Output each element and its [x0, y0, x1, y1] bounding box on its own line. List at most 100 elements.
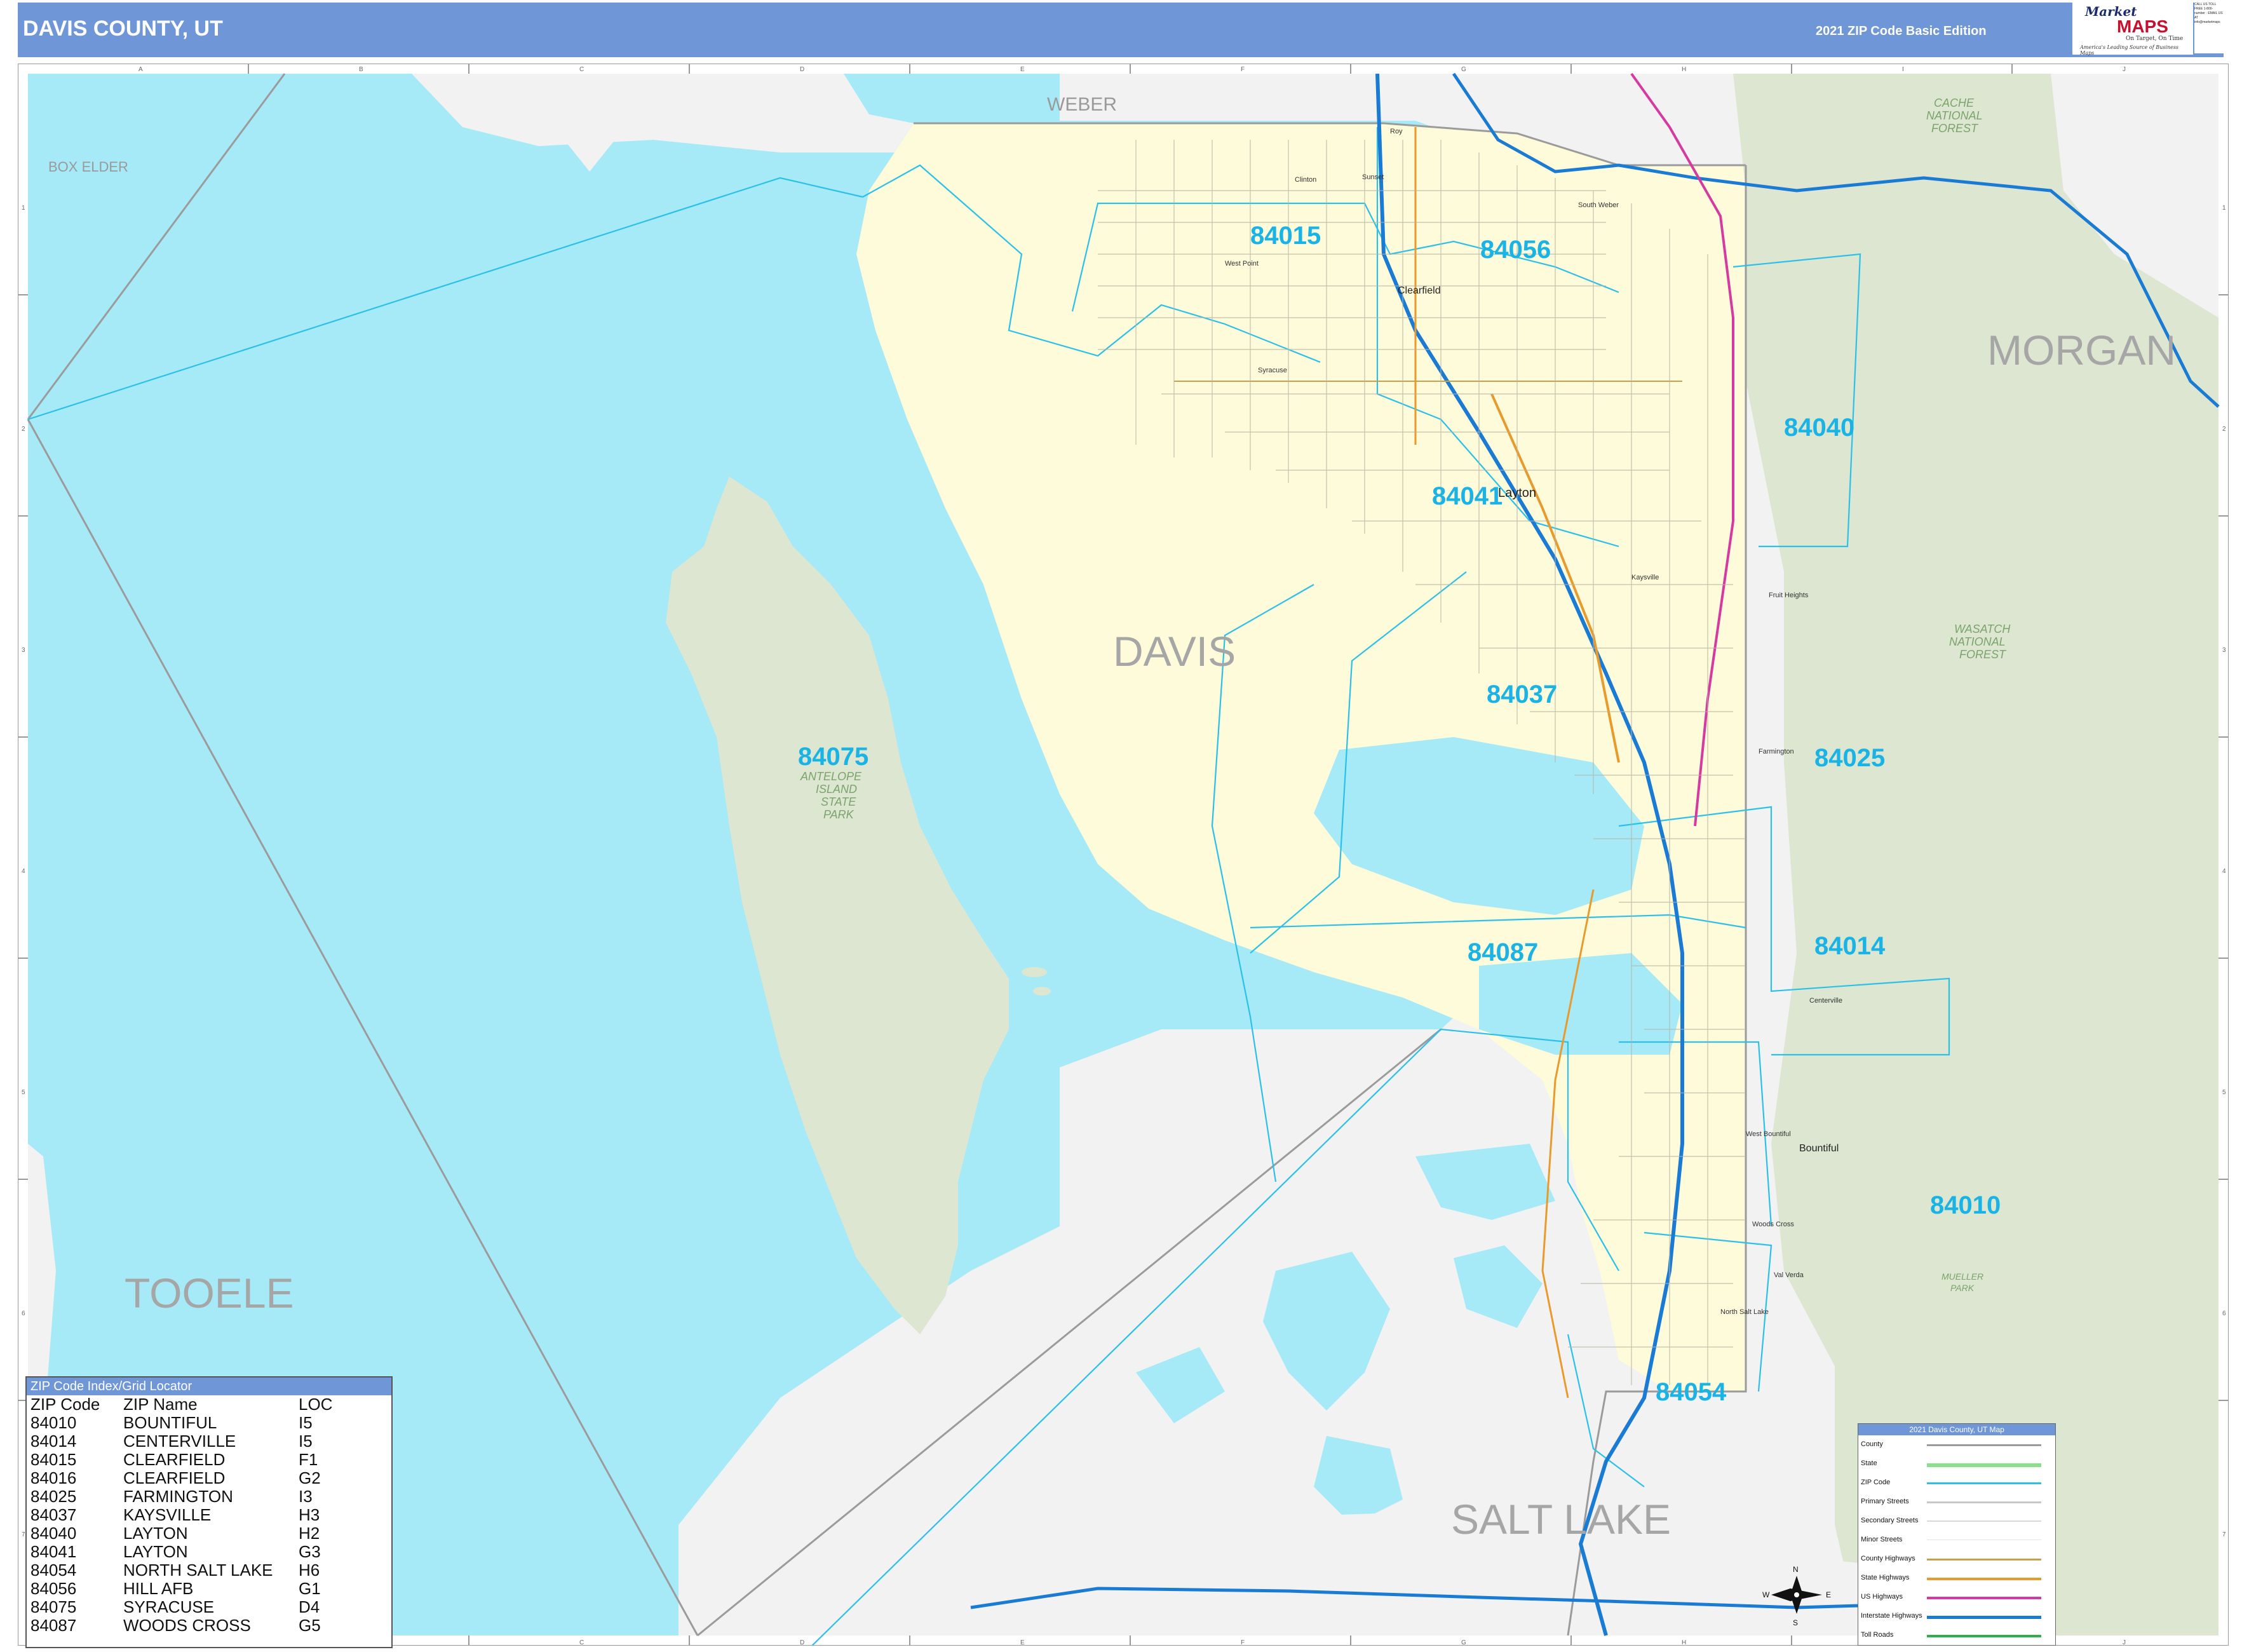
legend-item-label: State	[1861, 1459, 1877, 1467]
zip-loc-cell: H2	[299, 1524, 320, 1543]
zip-index-row: 84087 WOODS CROSS G5	[30, 1616, 362, 1635]
legend-item-label: ZIP Code	[1861, 1479, 1891, 1486]
zip-index-table: ZIP Code Index/Grid Locator ZIP Code ZIP…	[25, 1376, 393, 1648]
zip-loc-cell: G2	[299, 1468, 321, 1487]
zip-code-cell: 84025	[30, 1487, 77, 1506]
zip-code-cell: 84010	[30, 1413, 77, 1432]
legend-item-label: Interstate Highways	[1861, 1612, 1922, 1620]
zip-index-row: 84014 CENTERVILLE I5	[30, 1432, 362, 1451]
zip-label-84015: 84015	[1250, 222, 1321, 250]
city-label-clearfield: Clearfield	[1398, 285, 1441, 296]
zip-name-cell: CLEARFIELD	[123, 1468, 226, 1487]
grid-row-label: 6	[2222, 1310, 2226, 1317]
zip-index-row: 84016 CLEARFIELD G2	[30, 1469, 362, 1487]
county-label-weber: WEBER	[1047, 94, 1117, 115]
svg-text:FOREST: FOREST	[1959, 648, 2007, 661]
zip-index-row: 84041 LAYTON G3	[30, 1543, 362, 1561]
grid-row-label: 4	[2222, 868, 2226, 875]
zip-name-cell: SYRACUSE	[123, 1597, 215, 1616]
zip-index-grid: ZIP Code ZIP Name LOC 84010 BOUNTIFUL I5 84…	[30, 1395, 362, 1635]
city-label-west-point: West Point	[1225, 260, 1259, 267]
market-maps-logo: Market MAPS On Target, On Time America's…	[2072, 1, 2193, 56]
city-label-syracuse: Syracuse	[1258, 367, 1287, 374]
compass-e: E	[1826, 1590, 1831, 1599]
county-label-box-elder: BOX ELDER	[48, 159, 128, 175]
svg-text:STATE: STATE	[821, 796, 856, 808]
grid-column-label: J	[2123, 1639, 2126, 1646]
city-label-kaysville: Kaysville	[1631, 574, 1659, 581]
grid-row-label: 7	[2222, 1531, 2226, 1538]
svg-text:ANTELOPE: ANTELOPE	[800, 770, 862, 783]
city-label-woods-cross: Woods Cross	[1752, 1221, 1794, 1228]
county-label-davis: DAVIS	[1113, 628, 1236, 675]
grid-column-label: D	[800, 66, 804, 73]
city-label-fruit-heights: Fruit Heights	[1769, 592, 1809, 599]
grid-row-label: 4	[22, 868, 25, 875]
zip-code-cell: 84056	[30, 1579, 77, 1598]
legend-item-label: Primary Streets	[1861, 1498, 1909, 1505]
zip-code-cell: 84087	[30, 1616, 77, 1635]
city-label-clinton: Clinton	[1295, 176, 1316, 184]
city-label-sunset: Sunset	[1362, 173, 1384, 181]
map-title: DAVIS COUNTY, UT	[23, 17, 223, 41]
zip-loc-cell: G3	[299, 1542, 321, 1561]
zip-index-header-row: ZIP Code ZIP Name LOC	[30, 1395, 362, 1414]
zip-loc-cell: H6	[299, 1561, 320, 1580]
zip-loc-cell: D4	[299, 1597, 320, 1616]
legend-item-label: US Highways	[1861, 1593, 1903, 1601]
svg-text:NATIONAL: NATIONAL	[1926, 109, 1983, 122]
zip-name-cell: WOODS CROSS	[123, 1616, 251, 1635]
zip-label-84056: 84056	[1480, 236, 1551, 264]
legend-line-swatch	[1927, 1444, 2041, 1446]
zip-label-84010: 84010	[1930, 1191, 2001, 1219]
zip-loc-cell: I5	[299, 1432, 313, 1451]
legend-line-swatch	[1927, 1597, 2041, 1599]
compass-n: N	[1793, 1565, 1799, 1574]
zip-label-84040: 84040	[1784, 414, 1854, 442]
contact-info: CALL US TOLL FREE 1-800-number · EMAIL U…	[2194, 3, 2224, 53]
grid-row-label: 2	[2222, 426, 2226, 433]
grid-row-label: 5	[2222, 1089, 2226, 1096]
zip-loc-cell: H3	[299, 1505, 320, 1524]
legend-line-swatch	[1927, 1578, 2041, 1580]
city-label-farmington: Farmington	[1759, 748, 1794, 755]
zip-code-cell: 84014	[30, 1432, 77, 1451]
legend-line-swatch	[1927, 1559, 2041, 1561]
zip-index-col-code: ZIP Code	[30, 1395, 100, 1414]
zip-index-col-loc: LOC	[299, 1395, 333, 1414]
zip-index-row: 84054 NORTH SALT LAKE H6	[30, 1561, 362, 1580]
legend-line-swatch	[1927, 1635, 2041, 1637]
zip-label-84054: 84054	[1656, 1378, 1727, 1406]
grid-column-label: D	[800, 1639, 804, 1646]
zip-index-row: 84056 HILL AFB G1	[30, 1580, 362, 1598]
county-label-salt-lake: SALT LAKE	[1451, 1496, 1671, 1543]
zip-index-row: 84040 LAYTON H2	[30, 1524, 362, 1543]
grid-column-label: F	[1241, 66, 1245, 73]
logo-slogan: America's Leading Source of Business Map…	[2080, 44, 2179, 56]
zip-name-cell: NORTH SALT LAKE	[123, 1561, 273, 1580]
grid-column-label: E	[1020, 66, 1025, 73]
zip-label-84087: 84087	[1468, 938, 1538, 966]
grid-row-label: 3	[2222, 647, 2226, 654]
zip-index-row: 84015 CLEARFIELD F1	[30, 1451, 362, 1469]
svg-text:FOREST: FOREST	[1931, 122, 1979, 135]
zip-name-cell: FARMINGTON	[123, 1487, 233, 1506]
svg-text:ISLAND: ISLAND	[816, 783, 857, 796]
zip-code-cell: 84037	[30, 1505, 77, 1524]
zip-index-row: 84025 FARMINGTON I3	[30, 1487, 362, 1506]
islet	[1022, 967, 1047, 977]
city-label-west-bountiful: West Bountiful	[1746, 1130, 1791, 1138]
zip-label-84041: 84041	[1432, 482, 1503, 510]
grid-row-label: 5	[22, 1089, 25, 1096]
zip-name-cell: KAYSVILLE	[123, 1505, 212, 1524]
county-label-tooele: TOOELE	[125, 1269, 294, 1317]
zip-code-cell: 84054	[30, 1561, 77, 1580]
city-label-bountiful: Bountiful	[1799, 1143, 1839, 1154]
city-label-layton: Layton	[1498, 486, 1536, 500]
compass-s: S	[1793, 1618, 1798, 1627]
county-label-morgan: MORGAN	[1987, 327, 2176, 374]
grid-column-label: C	[579, 1639, 584, 1646]
grid-column-label: F	[1241, 1639, 1245, 1646]
legend-item-label: Secondary Streets	[1861, 1517, 1919, 1524]
islet	[1033, 987, 1051, 996]
